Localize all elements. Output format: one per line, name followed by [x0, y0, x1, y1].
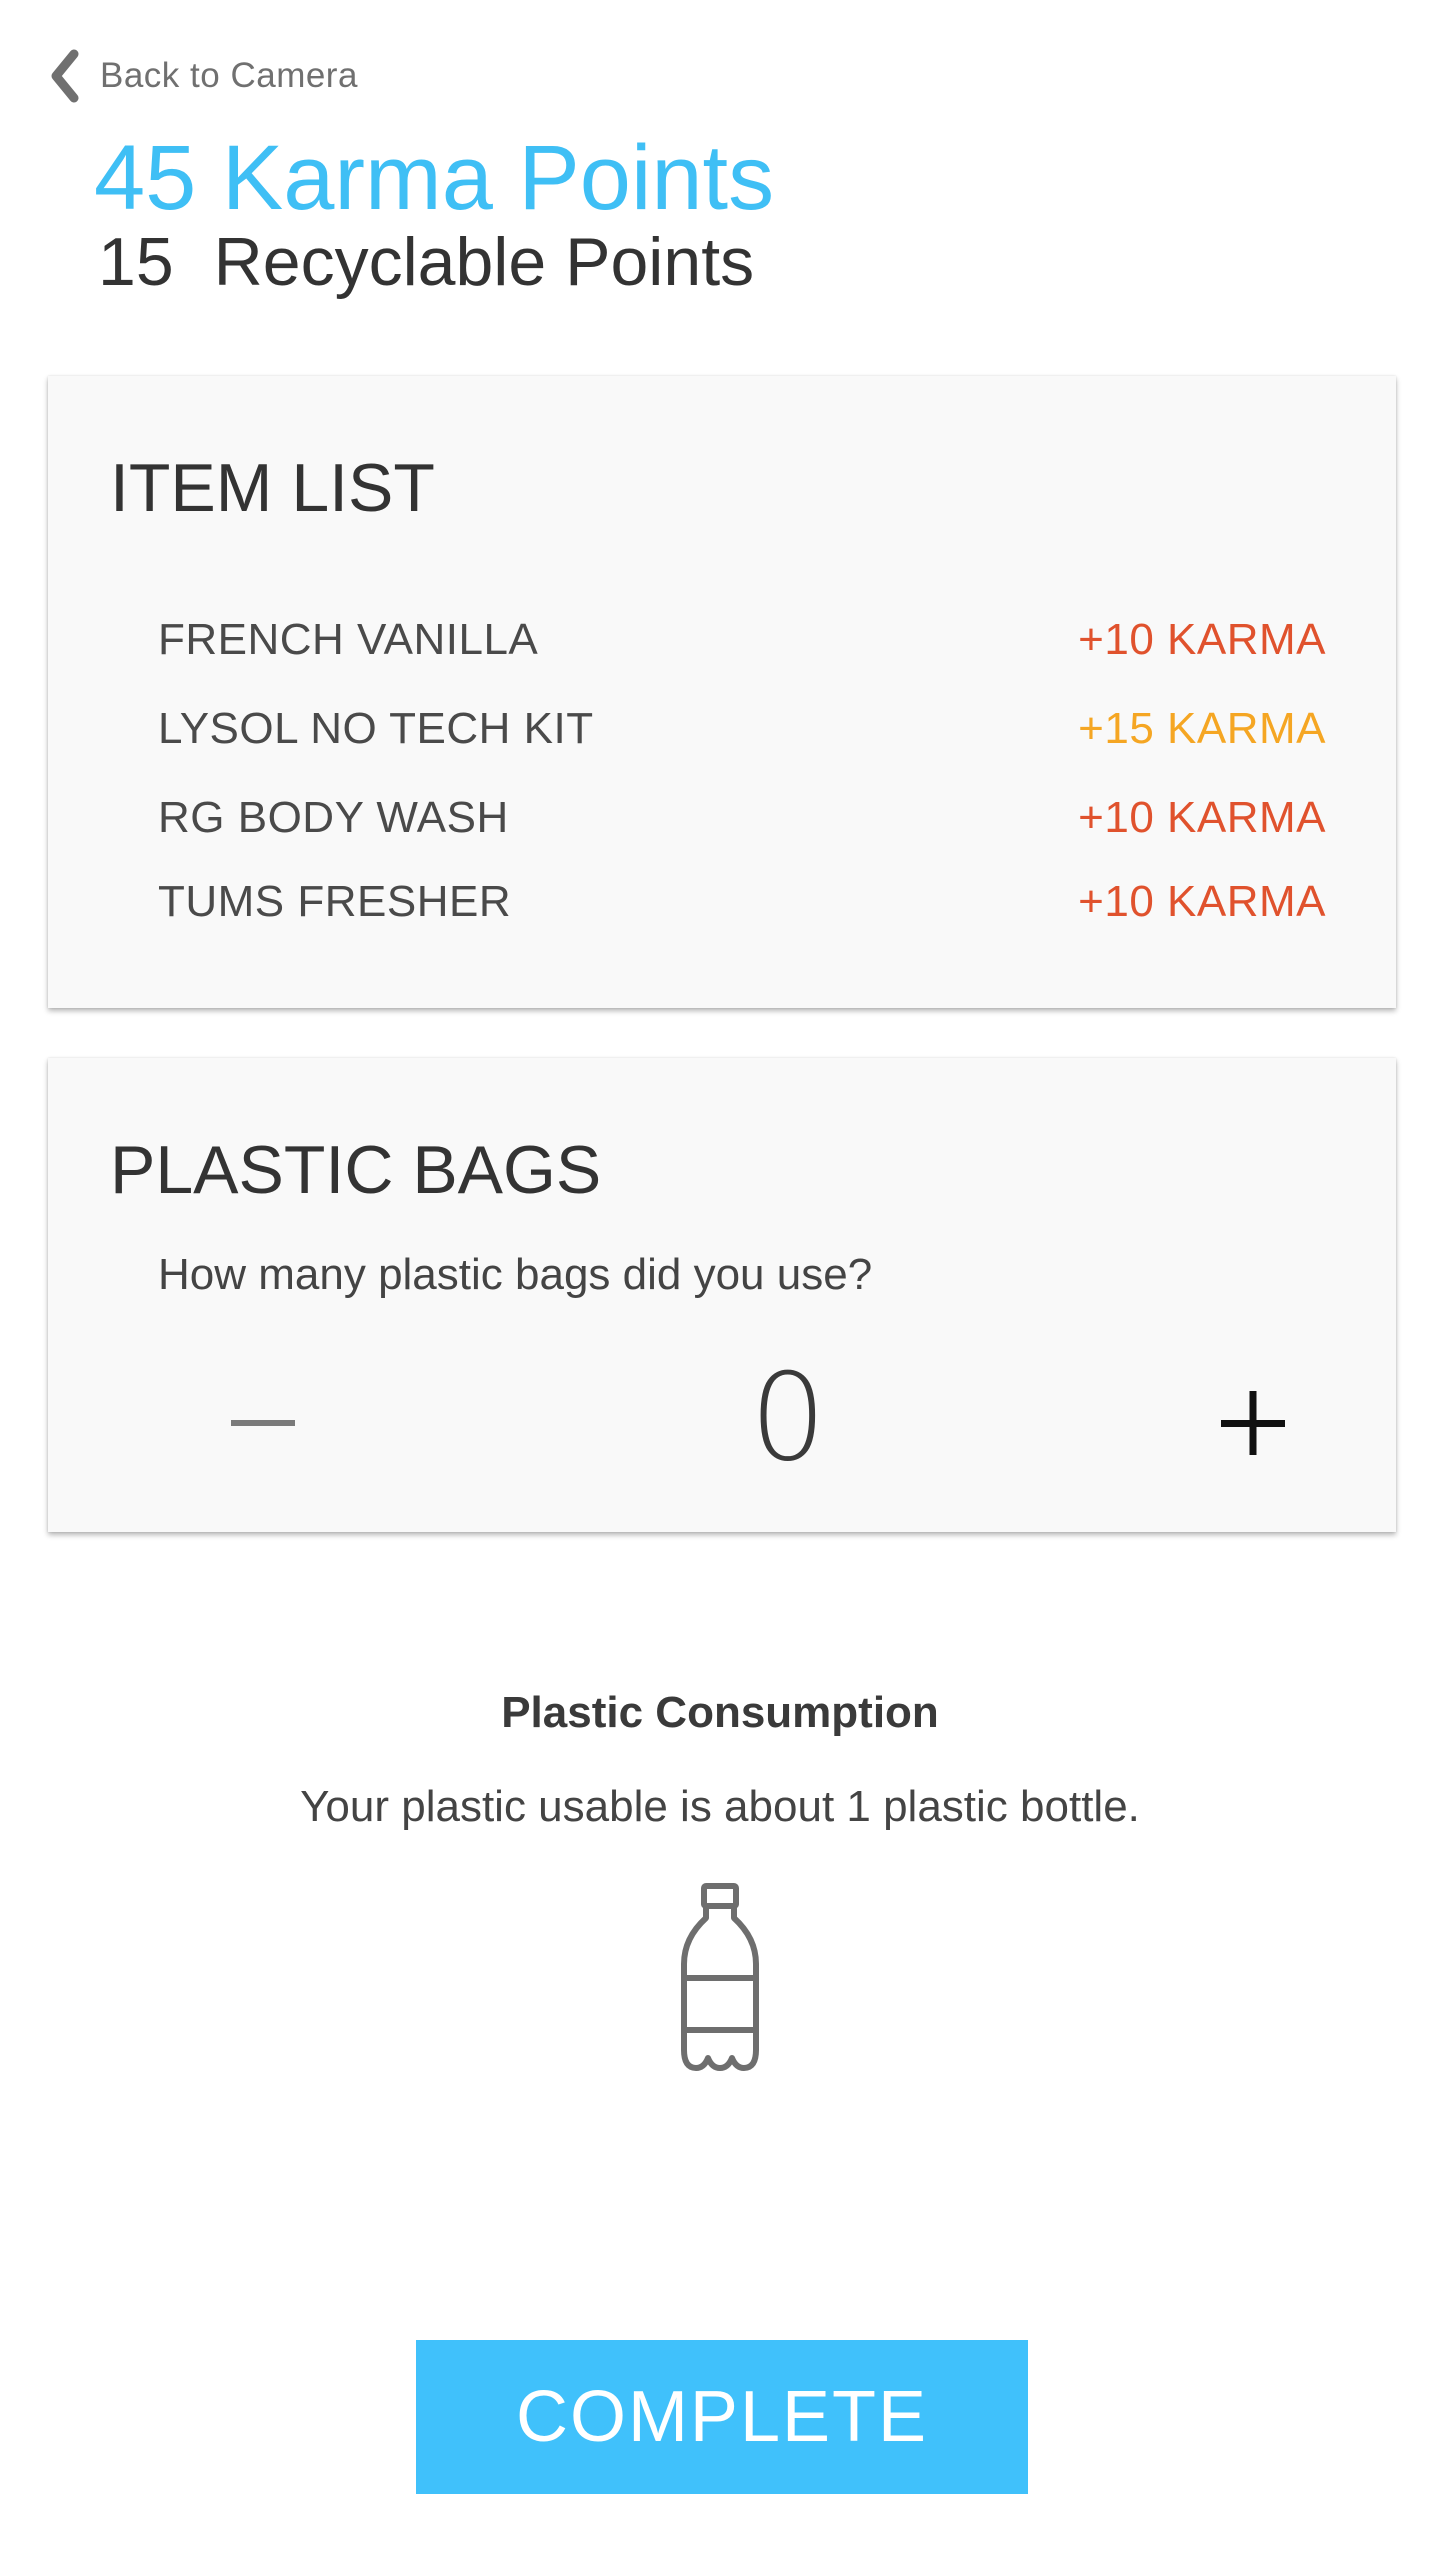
item-name: LYSOL NO TECH KIT: [158, 704, 594, 753]
plastic-bottle-icon: [680, 1882, 760, 2072]
karma-points-title: 45 Karma Points: [94, 127, 775, 229]
recyclable-points-label: Recyclable Points: [213, 224, 755, 300]
item-karma: +10 KARMA: [1078, 877, 1326, 926]
decrement-bags-button[interactable]: [218, 1378, 308, 1468]
recyclable-points-number: 15: [98, 224, 174, 300]
item-list-heading: ITEM LIST: [110, 450, 435, 526]
chevron-left-icon: [50, 48, 88, 104]
item-karma: +10 KARMA: [1078, 615, 1326, 664]
plastic-consumption-title: Plastic Consumption: [501, 1688, 939, 1737]
item-karma: +10 KARMA: [1078, 793, 1326, 842]
complete-button[interactable]: COMPLETE: [416, 2340, 1028, 2494]
plastic-bags-heading: PLASTIC BAGS: [110, 1132, 602, 1208]
plus-icon: [1221, 1391, 1285, 1455]
item-name: FRENCH VANILLA: [158, 615, 539, 664]
item-list-card: ITEM LIST FRENCH VANILLA +10 KARMA LYSOL…: [48, 376, 1396, 1008]
list-item: FRENCH VANILLA +10 KARMA: [158, 610, 1326, 670]
back-to-camera-link[interactable]: Back to Camera: [50, 48, 358, 104]
list-item: LYSOL NO TECH KIT +15 KARMA: [158, 699, 1326, 759]
item-karma: +15 KARMA: [1078, 704, 1326, 753]
recyclable-points-line: 15 Recyclable Points: [98, 222, 754, 302]
list-item: TUMS FRESHER +10 KARMA: [158, 872, 1326, 932]
plastic-bags-count: 0: [749, 1349, 827, 1488]
item-name: TUMS FRESHER: [158, 877, 512, 926]
item-name: RG BODY WASH: [158, 793, 509, 842]
plastic-consumption-text: Your plastic usable is about 1 plastic b…: [300, 1782, 1140, 1831]
plastic-bags-question: How many plastic bags did you use?: [158, 1250, 873, 1299]
list-item: RG BODY WASH +10 KARMA: [158, 788, 1326, 848]
plastic-bags-card: PLASTIC BAGS How many plastic bags did y…: [48, 1058, 1396, 1532]
increment-bags-button[interactable]: [1208, 1378, 1298, 1468]
back-label: Back to Camera: [100, 56, 358, 95]
minus-icon: [231, 1420, 295, 1426]
